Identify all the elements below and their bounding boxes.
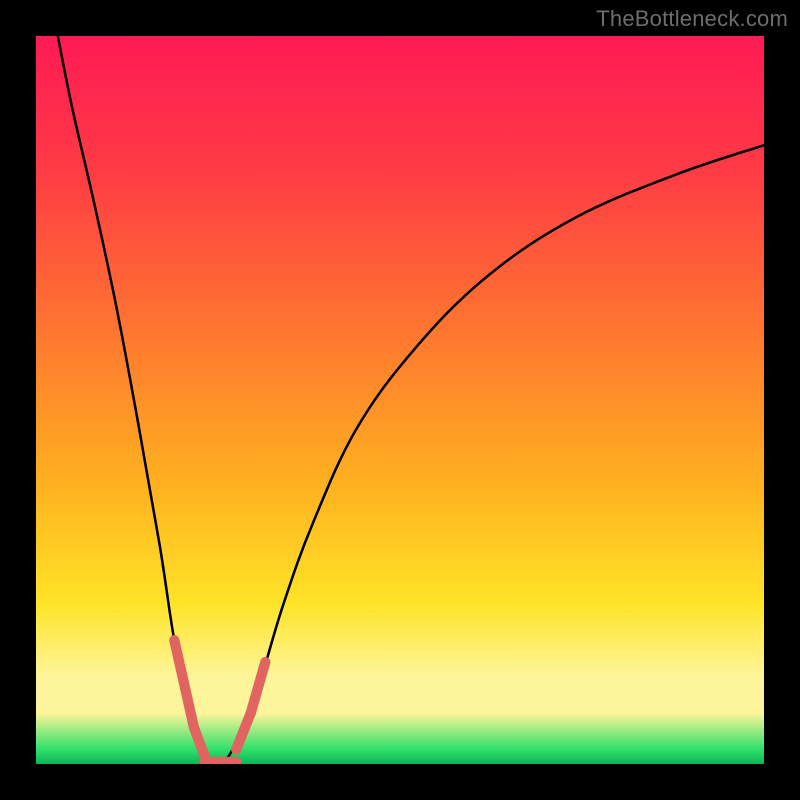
curve-highlight-markers bbox=[174, 640, 265, 762]
plot-area bbox=[36, 36, 764, 764]
watermark-text: TheBottleneck.com bbox=[596, 6, 788, 32]
highlight-segment bbox=[194, 728, 205, 757]
highlight-segment bbox=[174, 640, 194, 727]
curve-layer bbox=[36, 36, 764, 764]
chart-frame: TheBottleneck.com bbox=[0, 0, 800, 800]
highlight-segment bbox=[236, 713, 251, 749]
highlight-segment bbox=[251, 662, 266, 713]
bottleneck-curve bbox=[58, 36, 764, 764]
